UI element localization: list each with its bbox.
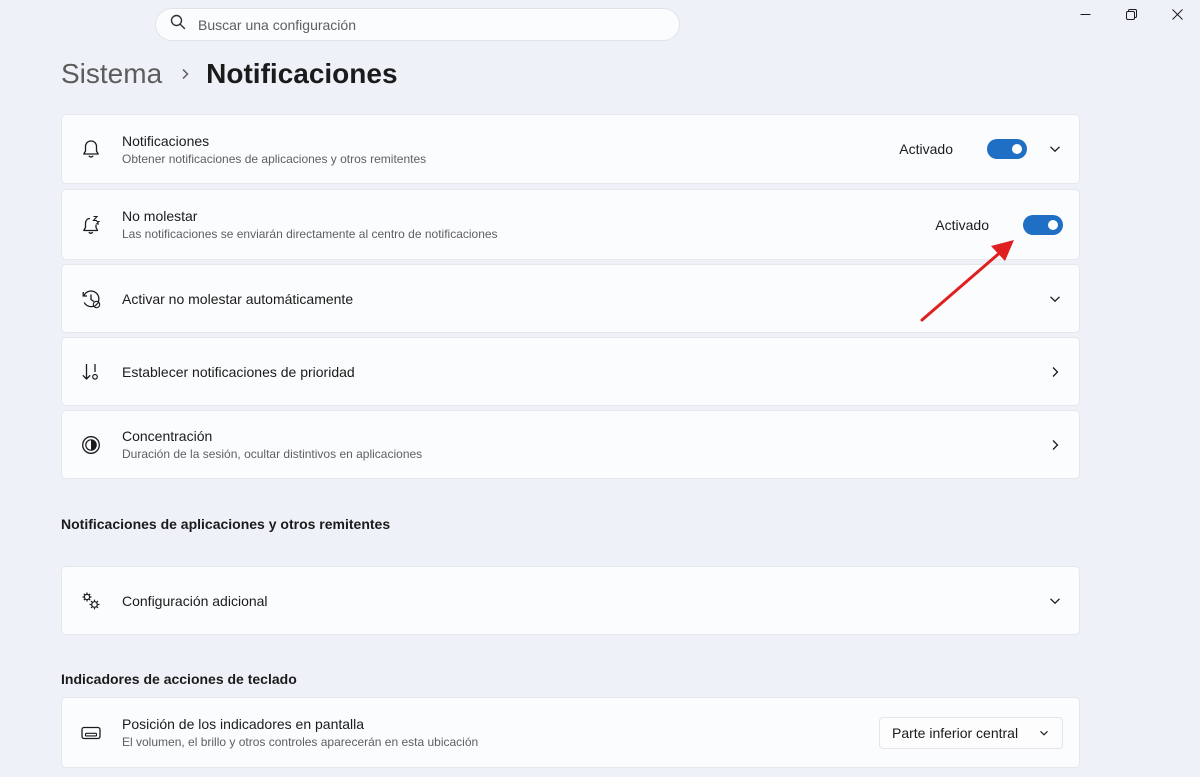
close-icon — [1171, 7, 1183, 25]
minimize-icon — [1080, 7, 1091, 25]
breadcrumb-parent[interactable]: Sistema — [61, 58, 162, 90]
indicator-position-card: Posición de los indicadores en pantalla … — [61, 697, 1080, 768]
additional-text: Configuración adicional — [122, 592, 268, 610]
chevron-down-icon[interactable] — [1047, 291, 1063, 307]
restore-button[interactable] — [1108, 0, 1154, 32]
page-title: Notificaciones — [206, 58, 398, 89]
dnd-toggle[interactable] — [1023, 214, 1063, 235]
dnd-state: Activado — [935, 216, 989, 233]
window-controls — [1062, 0, 1200, 32]
dnd-subtitle: Las notificaciones se enviarán directame… — [122, 227, 498, 241]
auto-dnd-card[interactable]: Activar no molestar automáticamente — [61, 264, 1080, 333]
notifications-text: Notificaciones Obtener notificaciones de… — [122, 132, 426, 167]
do-not-disturb-card: No molestar Las notificaciones se enviar… — [61, 189, 1080, 260]
focus-text: Concentración Duración de la sesión, ocu… — [122, 427, 422, 462]
additional-settings-card[interactable]: Configuración adicional — [61, 566, 1080, 635]
chevron-down-icon — [1039, 725, 1049, 741]
clock-history-icon — [80, 288, 102, 310]
section-title-apps: Notificaciones de aplicaciones y otros r… — [61, 516, 391, 532]
priority-card[interactable]: Establecer notificaciones de prioridad — [61, 337, 1080, 406]
search-input[interactable] — [198, 16, 658, 33]
bell-snooze-icon — [80, 214, 102, 236]
chevron-right-icon[interactable] — [1047, 364, 1063, 380]
notifications-toggle[interactable] — [987, 139, 1027, 159]
priority-icon — [80, 361, 102, 383]
bell-icon — [80, 138, 102, 160]
position-select-value: Parte inferior central — [892, 724, 1019, 741]
gears-icon — [80, 590, 102, 612]
auto-dnd-title: Activar no molestar automáticamente — [122, 290, 354, 307]
notifications-state: Activado — [899, 141, 953, 157]
focus-subtitle: Duración de la sesión, ocultar distintiv… — [122, 447, 423, 461]
notifications-subtitle: Obtener notificaciones de aplicaciones y… — [122, 151, 427, 166]
breadcrumb: Sistema Notificaciones — [61, 58, 398, 90]
priority-text: Establecer notificaciones de prioridad — [122, 363, 355, 381]
search-box[interactable] — [155, 8, 680, 41]
section-title-keyboard: Indicadores de acciones de teclado — [61, 671, 297, 687]
position-title: Posición de los indicadores en pantalla — [122, 716, 365, 732]
notifications-title: Notificaciones — [122, 132, 210, 149]
chevron-right-icon — [180, 68, 190, 80]
priority-title: Establecer notificaciones de prioridad — [122, 363, 355, 380]
minimize-button[interactable] — [1062, 0, 1108, 32]
position-subtitle: El volumen, el brillo y otros controles … — [122, 735, 479, 749]
chevron-down-icon[interactable] — [1047, 593, 1063, 609]
position-text: Posición de los indicadores en pantalla … — [122, 715, 478, 750]
screen-indicator-icon — [80, 722, 102, 744]
dnd-title: No molestar — [122, 208, 198, 224]
notifications-card[interactable]: Notificaciones Obtener notificaciones de… — [61, 114, 1080, 184]
chevron-right-icon[interactable] — [1047, 437, 1063, 453]
focus-icon — [80, 434, 102, 456]
restore-icon — [1125, 7, 1137, 25]
close-button[interactable] — [1154, 0, 1200, 32]
search-icon — [170, 14, 186, 35]
dnd-text: No molestar Las notificaciones se enviar… — [122, 207, 498, 242]
focus-card[interactable]: Concentración Duración de la sesión, ocu… — [61, 410, 1080, 479]
additional-title: Configuración adicional — [122, 592, 268, 609]
chevron-down-icon[interactable] — [1047, 141, 1063, 157]
position-select[interactable]: Parte inferior central — [879, 716, 1063, 749]
auto-dnd-text: Activar no molestar automáticamente — [122, 290, 353, 308]
focus-title: Concentración — [122, 428, 213, 444]
